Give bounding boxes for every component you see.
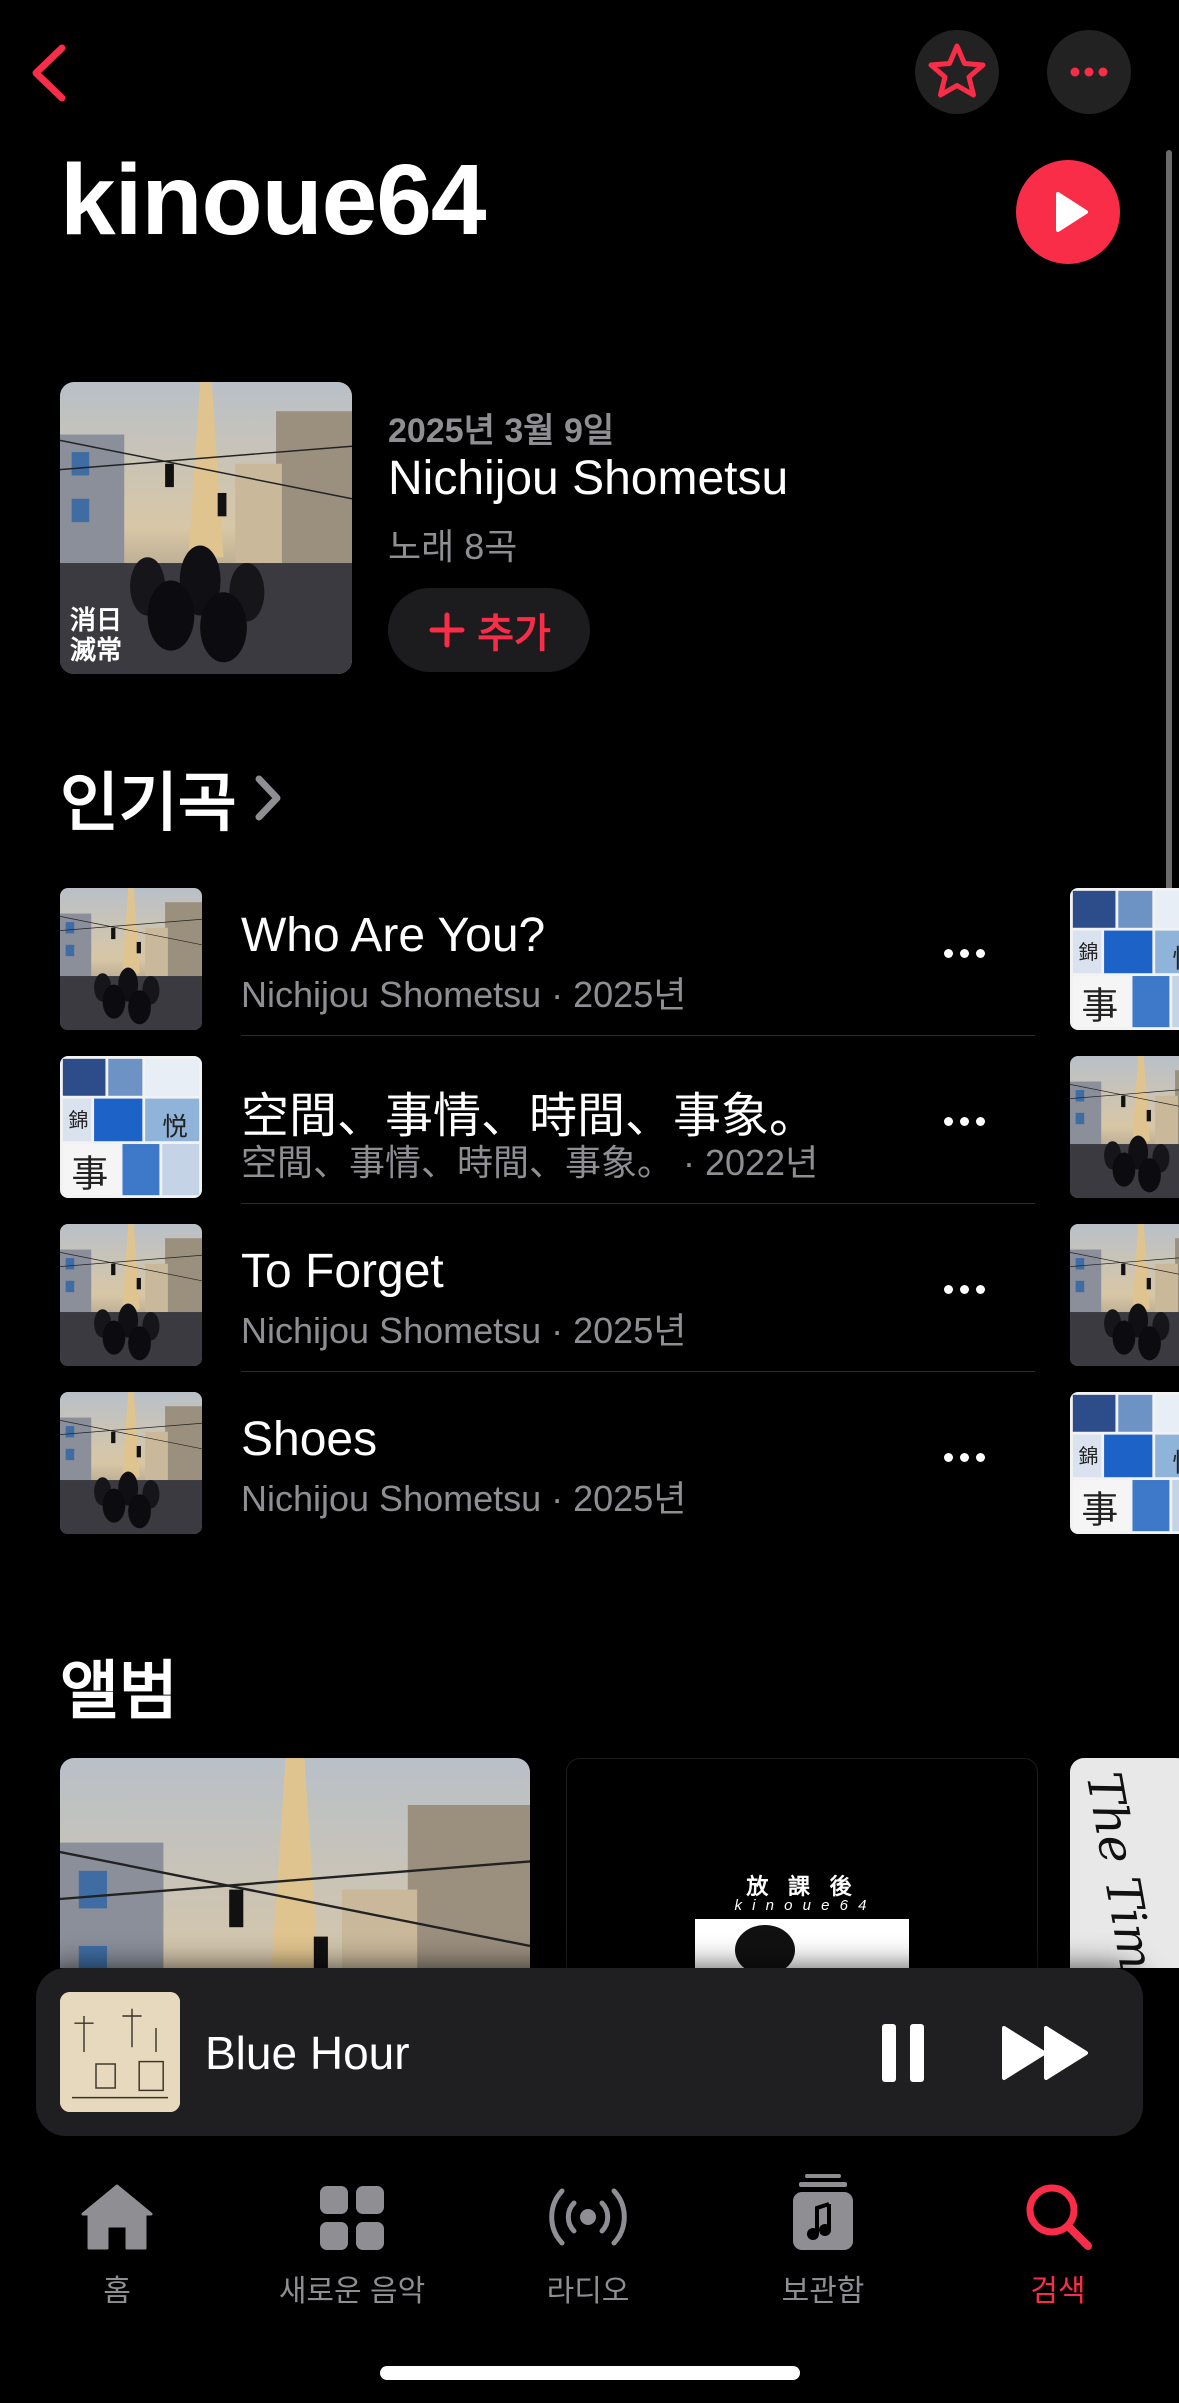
tab-home[interactable]: 홈 [17, 2172, 217, 2310]
album-cover-title: The Time [1074, 1768, 1170, 1968]
tab-new-music[interactable]: 새로운 음악 [252, 2172, 452, 2310]
grid-icon [320, 2186, 384, 2250]
song-title: Who Are You? [241, 909, 546, 962]
tab-label: 보관함 [781, 2275, 865, 2308]
radio-icon [549, 2188, 627, 2246]
play-button[interactable] [1016, 160, 1120, 264]
song-row[interactable]: Who Are You? Nichijou Shometsu · 2025년 [60, 866, 1035, 1036]
favorite-button[interactable] [915, 30, 999, 114]
song-subtitle: Nichijou Shometsu · 2025년 [241, 974, 687, 1015]
play-icon [1056, 192, 1088, 232]
now-playing-title: Blue Hour [205, 2027, 410, 2079]
album-card[interactable] [60, 1758, 530, 1968]
song-more-button[interactable] [936, 1106, 992, 1136]
tab-label: 새로운 음악 [278, 2275, 426, 2308]
next-song-artwork[interactable] [1070, 1392, 1179, 1534]
song-subtitle: 空間、事情、時間、事象。 · 2022년 [241, 1142, 819, 1183]
star-icon [928, 43, 986, 98]
song-subtitle: Nichijou Shometsu · 2025년 [241, 1478, 687, 1519]
plus-icon [429, 612, 465, 648]
forward-icon [1002, 2026, 1088, 2080]
album-cover [60, 1758, 530, 1968]
song-title: To Forget [241, 1245, 444, 1298]
song-artwork [60, 888, 202, 1030]
chevron-left-icon [32, 44, 66, 102]
album-card[interactable]: The Time [1070, 1758, 1179, 1968]
add-button[interactable]: 추가 [388, 588, 590, 672]
song-artwork [60, 1224, 202, 1366]
pause-icon [882, 2024, 924, 2082]
release-track-count: 노래 8곡 [388, 526, 518, 567]
top-songs-title: 인기곡 [60, 767, 237, 839]
scroll-indicator[interactable] [1166, 150, 1172, 910]
ellipsis-icon [1070, 67, 1108, 77]
tab-library[interactable]: 보관함 [723, 2172, 923, 2310]
pause-button[interactable] [868, 2018, 938, 2088]
artist-name: kinoue64 [60, 144, 486, 256]
back-button[interactable] [22, 38, 82, 108]
song-subtitle: Nichijou Shometsu · 2025년 [241, 1310, 687, 1351]
chevron-right-icon [255, 775, 281, 821]
release-date: 2025년 3월 9일 [388, 412, 615, 450]
home-icon [81, 2184, 153, 2250]
search-icon [1026, 2184, 1092, 2250]
now-playing-artwork [60, 1992, 180, 2112]
library-icon [793, 2174, 853, 2250]
next-button[interactable] [996, 2018, 1096, 2088]
albums-title: 앨범 [60, 1655, 178, 1727]
tab-search[interactable]: 검색 [958, 2172, 1158, 2310]
song-row[interactable]: To Forget Nichijou Shometsu · 2025년 [60, 1202, 1035, 1372]
next-song-artwork[interactable] [1070, 888, 1179, 1030]
song-more-button[interactable] [936, 1274, 992, 1304]
album-cover-photo [695, 1919, 909, 1969]
top-songs-header[interactable]: 인기곡 [60, 752, 285, 844]
next-song-artwork[interactable] [1070, 1056, 1179, 1198]
tab-label: 라디오 [546, 2275, 630, 2308]
album-card[interactable]: 放 課 後 k i n o u e 6 4 [566, 1758, 1038, 1970]
song-artwork [60, 1392, 202, 1534]
more-button[interactable] [1047, 30, 1131, 114]
next-song-artwork[interactable] [1070, 1224, 1179, 1366]
song-more-button[interactable] [936, 938, 992, 968]
song-artwork [60, 1056, 202, 1198]
song-title: Shoes [241, 1413, 378, 1466]
album-cover-artist: k i n o u e 6 4 [734, 1897, 870, 1914]
cover-title-text: 消日 滅常 [70, 606, 123, 666]
home-indicator[interactable] [380, 2366, 800, 2380]
song-row[interactable]: Shoes Nichijou Shometsu · 2025년 [60, 1370, 1035, 1538]
mini-player[interactable]: Blue Hour [36, 1968, 1143, 2136]
tab-label: 홈 [103, 2275, 131, 2308]
add-button-label: 추가 [477, 612, 551, 656]
latest-release-artwork[interactable]: 消日 滅常 [60, 382, 352, 674]
release-title[interactable]: Nichijou Shometsu [388, 451, 788, 506]
song-row[interactable]: 空間、事情、時間、事象。 空間、事情、時間、事象。 · 2022년 [60, 1034, 1035, 1204]
song-more-button[interactable] [936, 1442, 992, 1472]
tab-label: 검색 [1030, 2275, 1086, 2308]
tab-radio[interactable]: 라디오 [488, 2172, 688, 2310]
